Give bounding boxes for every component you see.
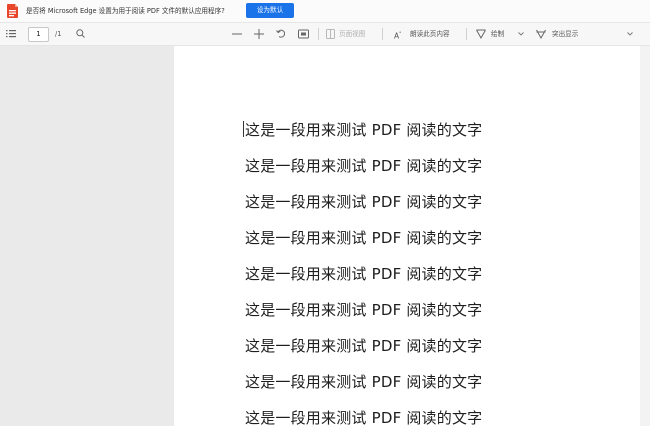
set-default-button[interactable]: 设为默认 <box>246 3 294 18</box>
highlight-icon[interactable] <box>536 23 546 45</box>
pdf-file-icon <box>7 4 19 18</box>
document-line: 这是一段用来测试 PDF 阅读的文字 <box>245 337 483 355</box>
infobar-message: 是否将 Microsoft Edge 设置为用于阅读 PDF 文件的默认应用程序… <box>26 7 225 15</box>
pdf-toolbar: 1 /1 页面视图 Aᵃ 朗读此页内容 绘制 突出显示 <box>0 23 650 46</box>
page-view-icon[interactable] <box>326 23 335 45</box>
read-aloud-icon[interactable]: Aᵃ <box>394 23 401 45</box>
zoom-out-icon[interactable] <box>232 23 242 45</box>
document-line: 这是一段用来测试 PDF 阅读的文字 <box>245 301 483 319</box>
document-line: 这是一段用来测试 PDF 阅读的文字 <box>245 409 483 426</box>
page-number-input[interactable]: 1 <box>28 27 49 42</box>
chevron-down-icon[interactable] <box>518 23 524 45</box>
highlight-button[interactable]: 突出显示 <box>552 23 578 45</box>
read-aloud-button[interactable]: 朗读此页内容 <box>410 23 450 45</box>
toolbar-divider <box>382 28 383 40</box>
document-line: 这是一段用来测试 PDF 阅读的文字 <box>245 121 483 139</box>
scroll-gutter <box>640 46 650 426</box>
text-cursor <box>243 121 244 137</box>
document-line: 这是一段用来测试 PDF 阅读的文字 <box>245 373 483 391</box>
pdf-page[interactable]: 这是一段用来测试 PDF 阅读的文字 这是一段用来测试 PDF 阅读的文字 这是… <box>174 46 640 426</box>
rotate-icon[interactable] <box>276 23 286 45</box>
page-view-button[interactable]: 页面视图 <box>339 23 365 45</box>
table-of-contents-icon[interactable] <box>6 23 16 45</box>
document-line: 这是一段用来测试 PDF 阅读的文字 <box>245 265 483 283</box>
document-line: 这是一段用来测试 PDF 阅读的文字 <box>245 193 483 211</box>
draw-button[interactable]: 绘制 <box>491 23 504 45</box>
document-line: 这是一段用来测试 PDF 阅读的文字 <box>245 157 483 175</box>
zoom-in-icon[interactable] <box>254 23 264 45</box>
toolbar-divider <box>466 28 467 40</box>
side-panel <box>0 46 174 426</box>
chevron-down-icon[interactable] <box>627 23 633 45</box>
default-app-infobar: 是否将 Microsoft Edge 设置为用于阅读 PDF 文件的默认应用程序… <box>0 0 650 23</box>
toolbar-divider <box>318 28 319 40</box>
fit-page-icon[interactable] <box>298 23 309 45</box>
document-line: 这是一段用来测试 PDF 阅读的文字 <box>245 229 483 247</box>
search-icon[interactable] <box>76 23 85 45</box>
total-pages: /1 <box>55 30 62 38</box>
draw-icon[interactable] <box>476 23 486 45</box>
